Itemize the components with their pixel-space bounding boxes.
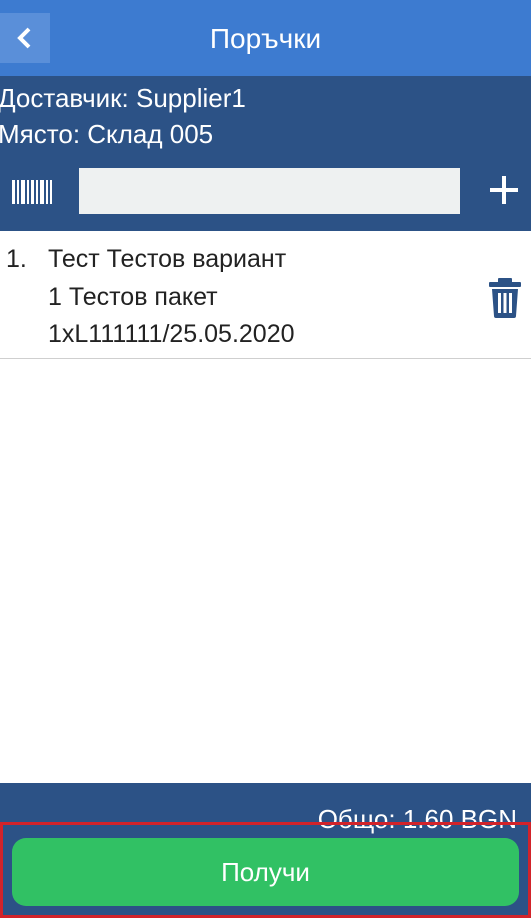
item-package: 1 Тестов пакет xyxy=(48,283,218,311)
delete-item-button[interactable] xyxy=(486,277,524,319)
receive-button[interactable]: Получи xyxy=(12,838,519,906)
order-item-row[interactable]: 1. Тест Тестов вариант 1 Тестов пакет 1x… xyxy=(0,231,531,359)
barcode-icon[interactable] xyxy=(12,180,52,204)
item-index: 1. xyxy=(6,245,27,273)
app-header: Поръчки xyxy=(0,0,531,76)
order-info-panel: Доставчик: Supplier1 Място: Склад 005 xyxy=(0,76,531,231)
plus-icon xyxy=(490,176,518,204)
page-title: Поръчки xyxy=(209,23,322,54)
location-label: Място: Склад 005 xyxy=(0,119,214,149)
item-lot: 1xL111111/25.05.2020 xyxy=(48,320,295,348)
supplier-label: Доставчик: Supplier1 xyxy=(0,83,246,113)
add-button[interactable] xyxy=(484,170,524,210)
item-name: Тест Тестов вариант xyxy=(48,245,287,273)
barcode-input[interactable] xyxy=(79,168,460,214)
trash-icon xyxy=(489,278,521,318)
